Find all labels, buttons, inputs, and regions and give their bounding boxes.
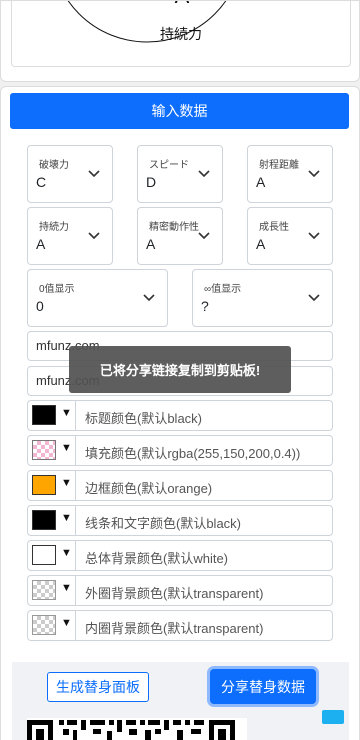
chart-card: A 持続力	[0, 0, 360, 82]
color-swatch	[32, 580, 56, 600]
caret-down-icon: ▼	[61, 477, 72, 489]
select-label: 0值显示	[39, 284, 75, 295]
color-picker[interactable]: ▼	[28, 506, 76, 535]
select-value: D	[146, 174, 157, 190]
radar-stat-label: 持続力	[160, 26, 202, 42]
select-label: ∞值显示	[204, 284, 242, 295]
color-swatch	[32, 440, 56, 460]
color-row-title: ▼ 标题颜色(默认black)	[27, 400, 333, 431]
select-label: 持続力	[39, 222, 69, 233]
select-value: A	[256, 174, 266, 190]
color-picker[interactable]: ▼	[28, 436, 76, 465]
select-value: A	[256, 236, 266, 252]
caret-down-icon: ▼	[61, 617, 72, 629]
color-swatch	[32, 405, 56, 425]
select-growth[interactable]: 成長性 A	[247, 207, 333, 265]
color-picker[interactable]: ▼	[28, 576, 76, 605]
select-label: スピード	[149, 160, 189, 171]
color-row-border: ▼ 边框颜色(默认orange)	[27, 470, 333, 501]
color-row-line: ▼ 线条和文字颜色(默认black)	[27, 505, 333, 536]
chevron-down-icon	[308, 170, 320, 178]
select-label: 精密動作性	[149, 222, 199, 233]
share-data-button[interactable]: 分享替身数据	[210, 669, 316, 704]
select-destructive-power[interactable]: 破壊力 C	[27, 145, 113, 203]
qr-code	[27, 718, 247, 740]
chevron-down-icon	[198, 232, 210, 240]
copied-toast: 已将分享链接复制到剪贴板!	[69, 346, 291, 393]
select-label: 射程距離	[259, 160, 299, 171]
select-value: A	[146, 236, 156, 252]
select-value: C	[36, 174, 47, 190]
select-value: A	[36, 236, 46, 252]
caret-down-icon: ▼	[61, 547, 72, 559]
color-row-outer-bg: ▼ 外圈背景颜色(默认transparent)	[27, 575, 333, 606]
select-label: 成長性	[259, 222, 289, 233]
chevron-down-icon	[308, 232, 320, 240]
color-swatch	[32, 510, 56, 530]
color-label: 填充颜色(默认rgba(255,150,200,0.4))	[85, 446, 301, 461]
radar-chart: A 持続力	[67, 1, 227, 43]
chevron-down-icon	[88, 170, 100, 178]
color-label: 边框颜色(默认orange)	[85, 481, 213, 496]
color-picker[interactable]: ▼	[28, 611, 76, 640]
radar-outer-circle	[67, 1, 227, 43]
select-label: 破壊力	[39, 160, 69, 171]
caret-down-icon: ▼	[61, 442, 72, 454]
select-speed[interactable]: スピード D	[137, 145, 223, 203]
chevron-down-icon	[143, 294, 155, 302]
floating-widget[interactable]	[322, 710, 344, 724]
select-value: ?	[201, 298, 209, 314]
color-swatch	[32, 475, 56, 495]
select-infinity-display[interactable]: ∞值显示 ?	[192, 269, 333, 327]
caret-down-icon: ▼	[61, 407, 72, 419]
color-swatch	[32, 615, 56, 635]
chevron-down-icon	[198, 170, 210, 178]
chevron-down-icon	[88, 232, 100, 240]
chart-panel: A 持続力	[11, 1, 351, 67]
color-label: 外圈背景颜色(默认transparent)	[85, 586, 264, 601]
color-picker[interactable]: ▼	[28, 471, 76, 500]
color-label: 标题颜色(默认black)	[85, 411, 203, 426]
color-label: 内圈背景颜色(默认transparent)	[85, 621, 264, 636]
color-row-background: ▼ 总体背景颜色(默认white)	[27, 540, 333, 571]
color-label: 线条和文字颜色(默认black)	[85, 516, 242, 531]
select-precision[interactable]: 精密動作性 A	[137, 207, 223, 265]
generate-panel-button[interactable]: 生成替身面板	[47, 672, 149, 702]
input-data-header-button[interactable]: 输入数据	[10, 93, 349, 129]
caret-down-icon: ▼	[61, 512, 72, 524]
select-range[interactable]: 射程距離 A	[247, 145, 333, 203]
select-stamina[interactable]: 持続力 A	[27, 207, 113, 265]
color-row-fill: ▼ 填充颜色(默认rgba(255,150,200,0.4))	[27, 435, 333, 466]
select-zero-display[interactable]: 0值显示 0	[27, 269, 168, 327]
color-picker[interactable]: ▼	[28, 541, 76, 570]
radar-center-letter: A	[175, 1, 190, 8]
color-row-inner-bg: ▼ 内圈背景颜色(默认transparent)	[27, 610, 333, 641]
color-picker[interactable]: ▼	[28, 401, 76, 430]
chevron-down-icon	[308, 294, 320, 302]
caret-down-icon: ▼	[61, 582, 72, 594]
color-label: 总体背景颜色(默认white)	[85, 551, 229, 566]
select-value: 0	[36, 298, 44, 314]
color-swatch	[32, 545, 56, 565]
